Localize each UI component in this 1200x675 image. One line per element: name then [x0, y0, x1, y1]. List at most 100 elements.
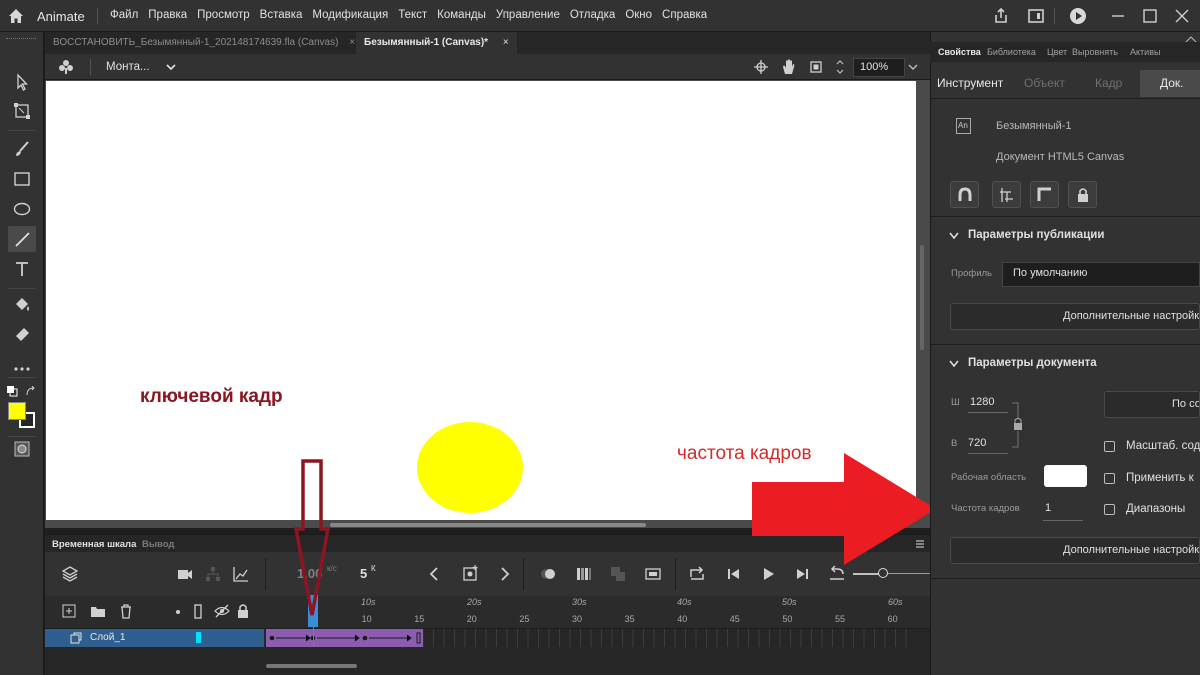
tab-close-icon[interactable]: ×: [503, 37, 509, 48]
graph-icon[interactable]: [232, 565, 250, 583]
menu-debug[interactable]: Отладка: [570, 9, 615, 21]
stage-vertical-scrollbar[interactable]: [920, 245, 924, 350]
ranges-checkbox[interactable]: [1104, 504, 1115, 515]
oval-tool[interactable]: [8, 196, 36, 222]
hide-layer-icon[interactable]: [213, 604, 231, 618]
publish-settings-heading[interactable]: Параметры публикации: [968, 229, 1104, 241]
loop-icon[interactable]: [688, 565, 706, 583]
tab-properties[interactable]: Свойства: [938, 47, 981, 57]
step-back-icon[interactable]: [725, 565, 743, 583]
timeline-scrollbar[interactable]: [266, 664, 357, 668]
menu-text[interactable]: Текст: [398, 9, 427, 21]
clip-content-icon[interactable]: [808, 59, 824, 75]
minimize-icon[interactable]: [1108, 6, 1128, 26]
selection-tool[interactable]: [8, 69, 36, 95]
layer-parenting-icon[interactable]: [204, 565, 222, 583]
subtab-document[interactable]: Док.: [1160, 76, 1184, 90]
subtab-frame[interactable]: Кадр: [1095, 76, 1122, 90]
tab-assets[interactable]: Активы: [1130, 47, 1160, 57]
apply-to-checkbox[interactable]: [1104, 473, 1115, 484]
brush-tool[interactable]: [8, 136, 36, 162]
zoom-field[interactable]: 100%: [853, 58, 905, 77]
share-icon[interactable]: [991, 6, 1011, 26]
rulers-button[interactable]: [1030, 181, 1059, 208]
tab-close-icon[interactable]: ×: [349, 37, 355, 48]
scene-icon[interactable]: [57, 58, 75, 76]
layers-icon[interactable]: [61, 565, 79, 583]
snap-button[interactable]: [950, 181, 979, 208]
menu-control[interactable]: Управление: [496, 9, 560, 21]
menu-window[interactable]: Окно: [625, 9, 652, 21]
tab-recovered-document[interactable]: ВОССТАНОВИТЬ_Безымянный-1_202148174639.f…: [45, 32, 363, 54]
layer-color-marker[interactable]: [196, 632, 201, 643]
guides-button[interactable]: [992, 181, 1021, 208]
hand-icon[interactable]: [780, 58, 798, 76]
zoom-stepper-icon[interactable]: [835, 58, 845, 76]
menu-help[interactable]: Справка: [662, 9, 707, 21]
center-stage-icon[interactable]: [753, 59, 769, 75]
insert-keyframe-icon[interactable]: [462, 564, 480, 582]
subtab-tool[interactable]: Инструмент: [937, 76, 1003, 90]
object-drawing-toggle[interactable]: [8, 436, 36, 462]
stage-color-swatch[interactable]: [1044, 465, 1087, 487]
frame-rate-field[interactable]: 1: [1045, 502, 1051, 514]
tab-timeline[interactable]: Временная шкала: [52, 539, 136, 550]
current-frame-value[interactable]: 5: [360, 566, 367, 581]
tween-keyframes[interactable]: [266, 629, 423, 647]
menu-view[interactable]: Просмотр: [197, 9, 250, 21]
show-outline-icon[interactable]: [193, 604, 203, 620]
tab-output[interactable]: Вывод: [142, 539, 174, 550]
line-tool[interactable]: [8, 226, 36, 252]
document-settings-heading[interactable]: Параметры документа: [968, 357, 1097, 369]
more-tools-button[interactable]: [8, 356, 36, 382]
menu-commands[interactable]: Команды: [437, 9, 486, 21]
width-value[interactable]: 1280: [970, 396, 994, 408]
zoom-dropdown-icon[interactable]: [907, 63, 919, 71]
subtab-object[interactable]: Объект: [1024, 76, 1065, 90]
chevron-left-icon[interactable]: [427, 565, 441, 583]
frame-span-icon[interactable]: [644, 565, 662, 583]
default-colors-icon[interactable]: [7, 386, 18, 397]
tab-align[interactable]: Выровнять: [1072, 47, 1118, 57]
zoom-slider-handle[interactable]: [878, 568, 888, 578]
text-tool[interactable]: [8, 256, 36, 282]
add-layer-icon[interactable]: [62, 604, 76, 618]
profile-select[interactable]: По умолчанию: [1002, 262, 1200, 287]
tab-library[interactable]: Библиотека: [987, 47, 1036, 57]
yellow-circle[interactable]: [417, 422, 523, 513]
zoom-slider-rest[interactable]: [888, 573, 930, 574]
tab-current-document[interactable]: Безымянный-1 (Canvas)* ×: [356, 32, 517, 54]
home-icon[interactable]: [6, 6, 26, 26]
menu-insert[interactable]: Вставка: [260, 9, 303, 21]
eraser-tool[interactable]: [8, 322, 36, 348]
lock-guides-button[interactable]: [1068, 181, 1097, 208]
onion-outlines-icon[interactable]: [575, 565, 593, 583]
link-dimensions-icon[interactable]: [1010, 402, 1024, 448]
camera-icon[interactable]: [176, 565, 194, 583]
highlight-layers-icon[interactable]: [176, 610, 180, 614]
rectangle-tool[interactable]: [8, 166, 36, 192]
paint-bucket-tool[interactable]: [8, 292, 36, 318]
stage-horizontal-scrollbar[interactable]: [330, 523, 646, 527]
chevron-right-icon[interactable]: [498, 565, 512, 583]
edit-multiple-frames-icon[interactable]: [609, 565, 627, 583]
restore-icon[interactable]: [1140, 6, 1160, 26]
scale-content-checkbox[interactable]: [1104, 441, 1115, 452]
layer-name[interactable]: Слой_1: [90, 632, 125, 643]
menu-edit[interactable]: Правка: [148, 9, 187, 21]
chevron-down-icon[interactable]: [948, 231, 960, 241]
fill-color-swatch[interactable]: [8, 402, 26, 420]
onion-skin-icon[interactable]: [539, 565, 557, 583]
test-movie-icon[interactable]: [1068, 6, 1088, 26]
lock-icon[interactable]: [236, 603, 250, 619]
advanced-settings-button[interactable]: Дополнительные настройки: [950, 303, 1200, 330]
trash-icon[interactable]: [119, 603, 133, 619]
match-contents-button[interactable]: По со: [1104, 391, 1200, 418]
screen-mode-icon[interactable]: [1026, 6, 1046, 26]
scene-name[interactable]: Монта...: [106, 61, 150, 73]
chevron-down-icon[interactable]: [948, 359, 960, 369]
chevron-down-icon[interactable]: [165, 62, 177, 72]
folder-icon[interactable]: [90, 604, 106, 618]
swap-colors-icon[interactable]: [25, 386, 36, 397]
advanced-settings-button-2[interactable]: Дополнительные настройки: [950, 537, 1200, 564]
